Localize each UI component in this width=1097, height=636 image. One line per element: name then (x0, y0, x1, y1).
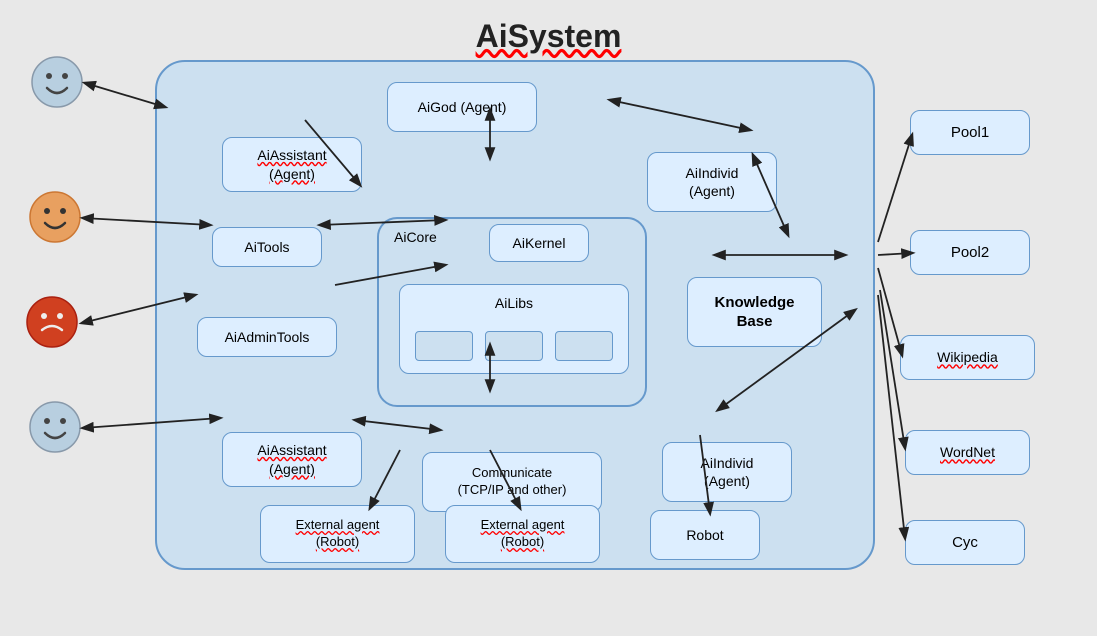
ai-admin-tools-node: AiAdminTools (197, 317, 337, 357)
external-agent-2-node: External agent (Robot) (445, 505, 600, 563)
smiley-blue-bottom (28, 400, 83, 455)
lib-box-3 (555, 331, 613, 361)
ai-individ-top-node: AiIndivid (Agent) (647, 152, 777, 212)
ai-tools-node: AiTools (212, 227, 322, 267)
knowledge-base-node: Knowledge Base (687, 277, 822, 347)
ai-assistant-bottom-node: AiAssistant (Agent) (222, 432, 362, 487)
ai-individ-bottom-node: AiIndivid (Agent) (662, 442, 792, 502)
ai-core-label: AiCore (394, 229, 437, 245)
lib-box-2 (485, 331, 543, 361)
ai-core-box: AiCore AiKernel AiLibs (377, 217, 647, 407)
wordnet-node: WordNet (905, 430, 1030, 475)
smiley-orange-top (28, 190, 83, 245)
ai-god-node: AiGod (Agent) (387, 82, 537, 132)
smiley-red (25, 295, 80, 350)
external-agent-1-node: External agent (Robot) (260, 505, 415, 563)
ai-kernel-node: AiKernel (489, 224, 589, 262)
ai-assistant-top-node: AiAssistant (Agent) (222, 137, 362, 192)
wikipedia-node: Wikipedia (900, 335, 1035, 380)
robot-node: Robot (650, 510, 760, 560)
cyc-node: Cyc (905, 520, 1025, 565)
ai-system-box: AiGod (Agent) AiAssistant (Agent) AiIndi… (155, 60, 875, 570)
smiley-blue-top (30, 55, 85, 110)
lib-box-1 (415, 331, 473, 361)
ai-libs-label: AiLibs (400, 295, 628, 311)
communicate-node: Communicate (TCP/IP and other) (422, 452, 602, 512)
pool1-node: Pool1 (910, 110, 1030, 155)
pool2-node: Pool2 (910, 230, 1030, 275)
diagram-container: AiSystem AiGod (Agent) AiAssistant (Agen… (0, 0, 1097, 636)
ai-libs-box: AiLibs (399, 284, 629, 374)
diagram-title: AiSystem (476, 18, 622, 55)
